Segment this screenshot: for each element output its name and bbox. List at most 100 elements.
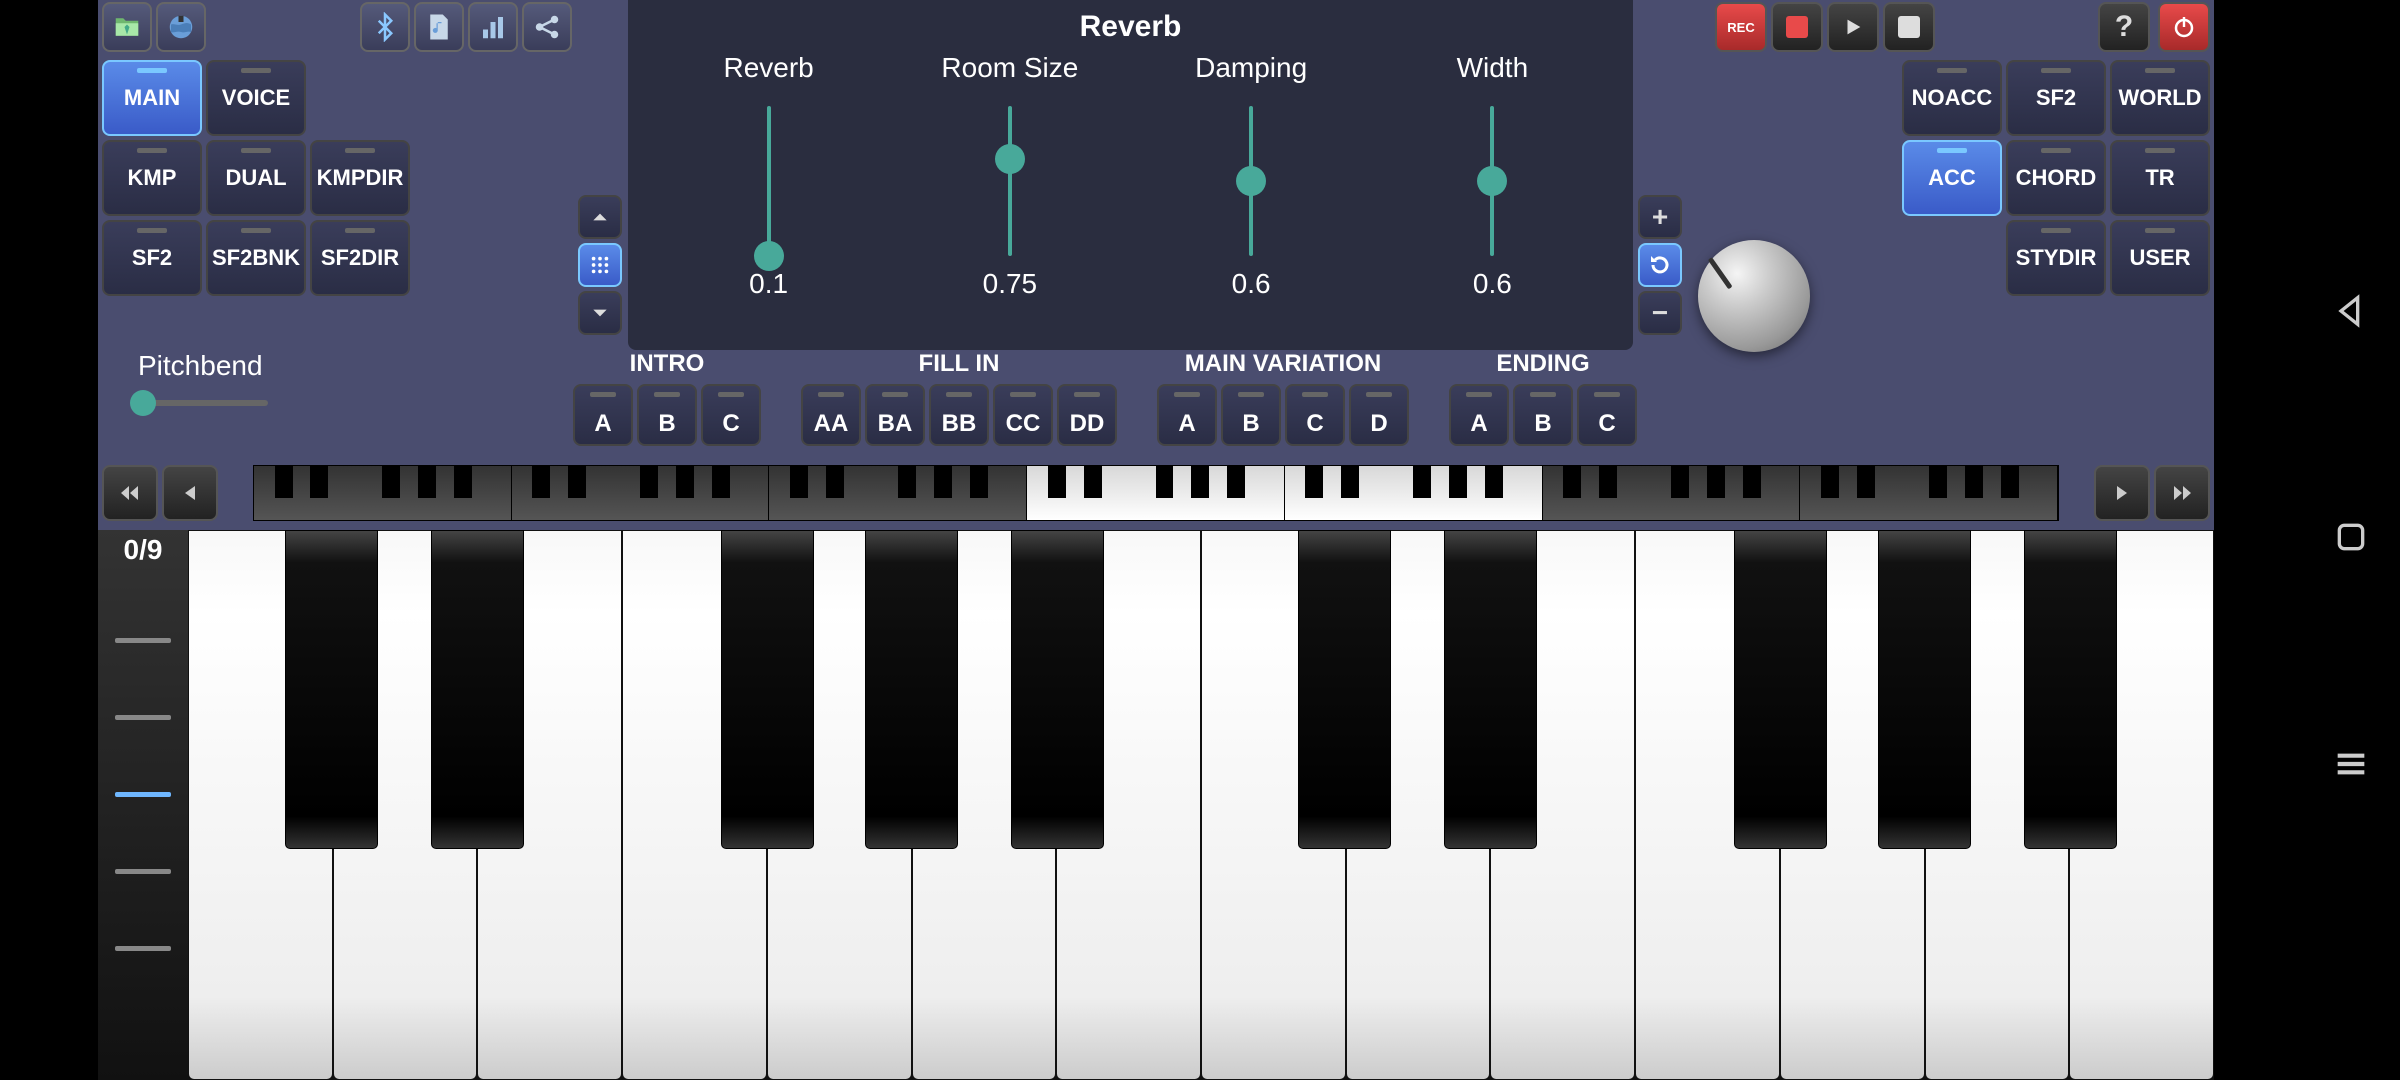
reset-button[interactable] (1638, 243, 1682, 287)
keyboard-minimap[interactable] (253, 465, 2059, 521)
section-main-variation: MAIN VARIATIONABCD (1157, 350, 1409, 446)
section-button-c[interactable]: C (1577, 384, 1637, 446)
bluetooth-icon[interactable] (360, 2, 410, 52)
black-key[interactable] (1444, 530, 1537, 849)
stop-button[interactable] (1883, 2, 1935, 52)
record-button[interactable]: REC (1715, 2, 1767, 52)
minimap-octave[interactable] (1027, 466, 1285, 520)
section-button-ba[interactable]: BA (865, 384, 925, 446)
section-title: ENDING (1496, 350, 1589, 378)
section-button-c[interactable]: C (1285, 384, 1345, 446)
left-tab-sf2[interactable]: SF2 (102, 220, 202, 296)
octave-first-button[interactable] (102, 465, 158, 521)
octave-last-button[interactable] (2154, 465, 2210, 521)
page-up-button[interactable] (578, 195, 622, 239)
music-file-icon[interactable] (414, 2, 464, 52)
slider-track[interactable] (1249, 106, 1253, 256)
slider-track[interactable] (1490, 106, 1494, 256)
equalizer-icon[interactable] (468, 2, 518, 52)
left-tab-sf2dir[interactable]: SF2DIR (310, 220, 410, 296)
section-button-aa[interactable]: AA (801, 384, 861, 446)
pitchbend-label: Pitchbend (138, 350, 268, 382)
right-tab-acc[interactable]: ACC (1902, 140, 2002, 216)
left-tab-main[interactable]: MAIN (102, 60, 202, 136)
section-button-b[interactable]: B (1513, 384, 1573, 446)
left-tab-dual[interactable]: DUAL (206, 140, 306, 216)
share-icon[interactable] (522, 2, 572, 52)
left-tab-kmp[interactable]: KMP (102, 140, 202, 216)
plus-button[interactable]: + (1638, 195, 1682, 239)
slider-track[interactable] (767, 106, 771, 256)
slider-label: Room Size (941, 52, 1078, 84)
section-button-cc[interactable]: CC (993, 384, 1053, 446)
globe-icon[interactable] (156, 2, 206, 52)
black-key[interactable] (1734, 530, 1827, 849)
grid-button[interactable] (578, 243, 622, 287)
help-button[interactable]: ? (2098, 2, 2150, 52)
right-tab-chord[interactable]: CHORD (2006, 140, 2106, 216)
pitchbend-slider[interactable] (138, 400, 268, 406)
power-button[interactable] (2158, 2, 2210, 52)
velocity-level-2 (115, 792, 171, 797)
folder-icon[interactable] (102, 2, 152, 52)
slider-thumb[interactable] (1477, 166, 1507, 196)
black-key[interactable] (721, 530, 814, 849)
section-button-d[interactable]: D (1349, 384, 1409, 446)
slider-label: Damping (1195, 52, 1307, 84)
velocity-bar[interactable]: 0/9 (98, 530, 188, 1080)
minimap-octave[interactable] (512, 466, 770, 520)
black-key[interactable] (2024, 530, 2117, 849)
slider-value: 0.75 (983, 268, 1038, 300)
system-menu-button[interactable] (2331, 744, 2371, 789)
stop-record-button[interactable] (1771, 2, 1823, 52)
slider-value: 0.1 (749, 268, 788, 300)
left-tab-kmpdir[interactable]: KMPDIR (310, 140, 410, 216)
right-tab-sf2[interactable]: SF2 (2006, 60, 2106, 136)
section-button-c[interactable]: C (701, 384, 761, 446)
section-button-a[interactable]: A (1449, 384, 1509, 446)
velocity-label: 0/9 (124, 534, 163, 566)
section-button-b[interactable]: B (637, 384, 697, 446)
section-button-a[interactable]: A (1157, 384, 1217, 446)
slider-thumb[interactable] (1236, 166, 1266, 196)
section-button-a[interactable]: A (573, 384, 633, 446)
right-tab-tr[interactable]: TR (2110, 140, 2210, 216)
black-key[interactable] (1011, 530, 1104, 849)
black-key[interactable] (865, 530, 958, 849)
section-ending: ENDING ABC (1449, 350, 1637, 446)
octave-prev-button[interactable] (162, 465, 218, 521)
system-back-button[interactable] (2331, 291, 2371, 336)
minus-button[interactable]: − (1638, 291, 1682, 335)
right-tab-noacc[interactable]: NOACC (1902, 60, 2002, 136)
octave-next-button[interactable] (2094, 465, 2150, 521)
reverb-title: Reverb (628, 10, 1633, 44)
section-button-bb[interactable]: BB (929, 384, 989, 446)
minimap-octave[interactable] (1543, 466, 1801, 520)
slider-thumb[interactable] (754, 241, 784, 271)
minimap-octave[interactable] (769, 466, 1027, 520)
black-key[interactable] (285, 530, 378, 849)
black-key[interactable] (431, 530, 524, 849)
left-tab-voice[interactable]: VOICE (206, 60, 306, 136)
black-key[interactable] (1878, 530, 1971, 849)
page-down-button[interactable] (578, 291, 622, 335)
section-button-dd[interactable]: DD (1057, 384, 1117, 446)
slider-track[interactable] (1008, 106, 1012, 256)
right-tab-user[interactable]: USER (2110, 220, 2210, 296)
velocity-level-0 (115, 946, 171, 951)
left-tab-grid: MAINVOICEKMPDUALKMPDIR SF2SF2BNKSF2DIR (102, 60, 410, 296)
minimap-octave[interactable] (254, 466, 512, 520)
minimap-octave[interactable] (1800, 466, 2058, 520)
right-tab-world[interactable]: WORLD (2110, 60, 2210, 136)
system-recent-button[interactable] (2331, 517, 2371, 562)
minimap-octave[interactable] (1285, 466, 1543, 520)
right-tab-stydir[interactable]: STYDIR (2006, 220, 2106, 296)
slider-value: 0.6 (1232, 268, 1271, 300)
rotary-knob[interactable] (1698, 240, 1810, 352)
left-tab-sf2bnk[interactable]: SF2BNK (206, 220, 306, 296)
slider-thumb[interactable] (995, 144, 1025, 174)
black-key[interactable] (1298, 530, 1391, 849)
section-button-b[interactable]: B (1221, 384, 1281, 446)
play-button[interactable] (1827, 2, 1879, 52)
pitchbend-thumb[interactable] (130, 390, 156, 416)
